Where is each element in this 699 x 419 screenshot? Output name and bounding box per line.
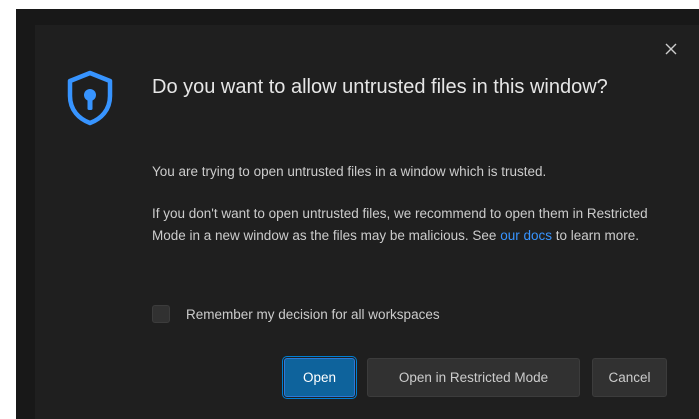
open-button-label: Open	[302, 370, 337, 385]
docs-link[interactable]: our docs	[500, 228, 552, 243]
cancel-button-label: Cancel	[608, 370, 651, 385]
open-restricted-button[interactable]: Open in Restricted Mode	[367, 358, 580, 397]
shield-lock-icon	[67, 70, 113, 126]
open-button[interactable]: Open	[284, 358, 355, 397]
close-button[interactable]	[661, 39, 681, 59]
dialog-title: Do you want to allow untrusted files in …	[152, 76, 608, 98]
dialog-detail: If you don't want to open untrusted file…	[152, 203, 652, 247]
remember-decision-row: Remember my decision for all workspaces	[152, 305, 440, 323]
dialog-message: You are trying to open untrusted files i…	[152, 164, 547, 179]
remember-decision-checkbox[interactable]	[152, 305, 170, 323]
detail-text-after-link: to learn more.	[551, 228, 640, 243]
open-restricted-button-label: Open in Restricted Mode	[398, 370, 549, 385]
cancel-button[interactable]: Cancel	[592, 358, 667, 397]
remember-decision-label[interactable]: Remember my decision for all workspaces	[186, 307, 440, 322]
close-icon	[665, 43, 677, 55]
untrusted-files-dialog: Do you want to allow untrusted files in …	[35, 25, 699, 419]
